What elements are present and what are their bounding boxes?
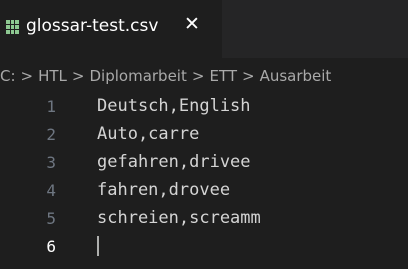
breadcrumb-item-diplomarbeit[interactable]: Diplomarbeit bbox=[90, 67, 187, 85]
editor-line[interactable]: 2 Auto,carre bbox=[0, 120, 408, 148]
breadcrumb-item-drive[interactable]: C: bbox=[0, 67, 16, 85]
breadcrumb-item-ett[interactable]: ETT bbox=[209, 67, 237, 85]
line-number: 5 bbox=[46, 208, 56, 228]
line-number: 3 bbox=[46, 152, 56, 172]
line-number: 4 bbox=[46, 180, 56, 200]
line-content[interactable]: fahren,drovee bbox=[97, 180, 230, 200]
editor-line[interactable]: 1 Deutsch,English bbox=[0, 92, 408, 120]
breadcrumb: C: > HTL > Diplomarbeit > ETT > Ausarbei… bbox=[0, 64, 408, 88]
line-content[interactable]: Auto,carre bbox=[97, 124, 199, 144]
tab-bar: glossar-test.csv ✕ bbox=[0, 0, 408, 58]
line-number: 1 bbox=[46, 96, 56, 116]
editor-line[interactable]: 3 gefahren,drivee bbox=[0, 148, 408, 176]
breadcrumb-item-ausarbeit[interactable]: Ausarbeit bbox=[260, 67, 332, 85]
line-content[interactable]: gefahren,drivee bbox=[97, 152, 251, 172]
csv-table-icon bbox=[6, 20, 19, 34]
code-editor-window: glossar-test.csv ✕ C: > HTL > Diplomarbe… bbox=[0, 0, 408, 269]
editor-line[interactable]: 5 schreien,screamm bbox=[0, 204, 408, 232]
tab-filename: glossar-test.csv bbox=[26, 16, 159, 36]
chevron-right-icon: > bbox=[20, 67, 34, 85]
chevron-right-icon: > bbox=[241, 67, 255, 85]
line-number: 6 bbox=[46, 236, 56, 256]
line-number: 2 bbox=[46, 124, 56, 144]
breadcrumb-item-htl[interactable]: HTL bbox=[38, 67, 67, 85]
editor-text-area[interactable]: 1 Deutsch,English 2 Auto,carre 3 gefahre… bbox=[0, 92, 408, 260]
chevron-right-icon: > bbox=[71, 67, 85, 85]
line-content[interactable]: schreien,screamm bbox=[97, 208, 261, 228]
editor-line[interactable]: 4 fahren,drovee bbox=[0, 176, 408, 204]
close-icon[interactable]: ✕ bbox=[184, 15, 200, 34]
editor-line-active[interactable]: 6 bbox=[0, 232, 408, 260]
text-cursor bbox=[97, 236, 99, 256]
tab-glossar-test-csv[interactable]: glossar-test.csv ✕ bbox=[0, 0, 222, 58]
chevron-right-icon: > bbox=[191, 67, 205, 85]
line-content[interactable]: Deutsch,English bbox=[97, 96, 251, 116]
